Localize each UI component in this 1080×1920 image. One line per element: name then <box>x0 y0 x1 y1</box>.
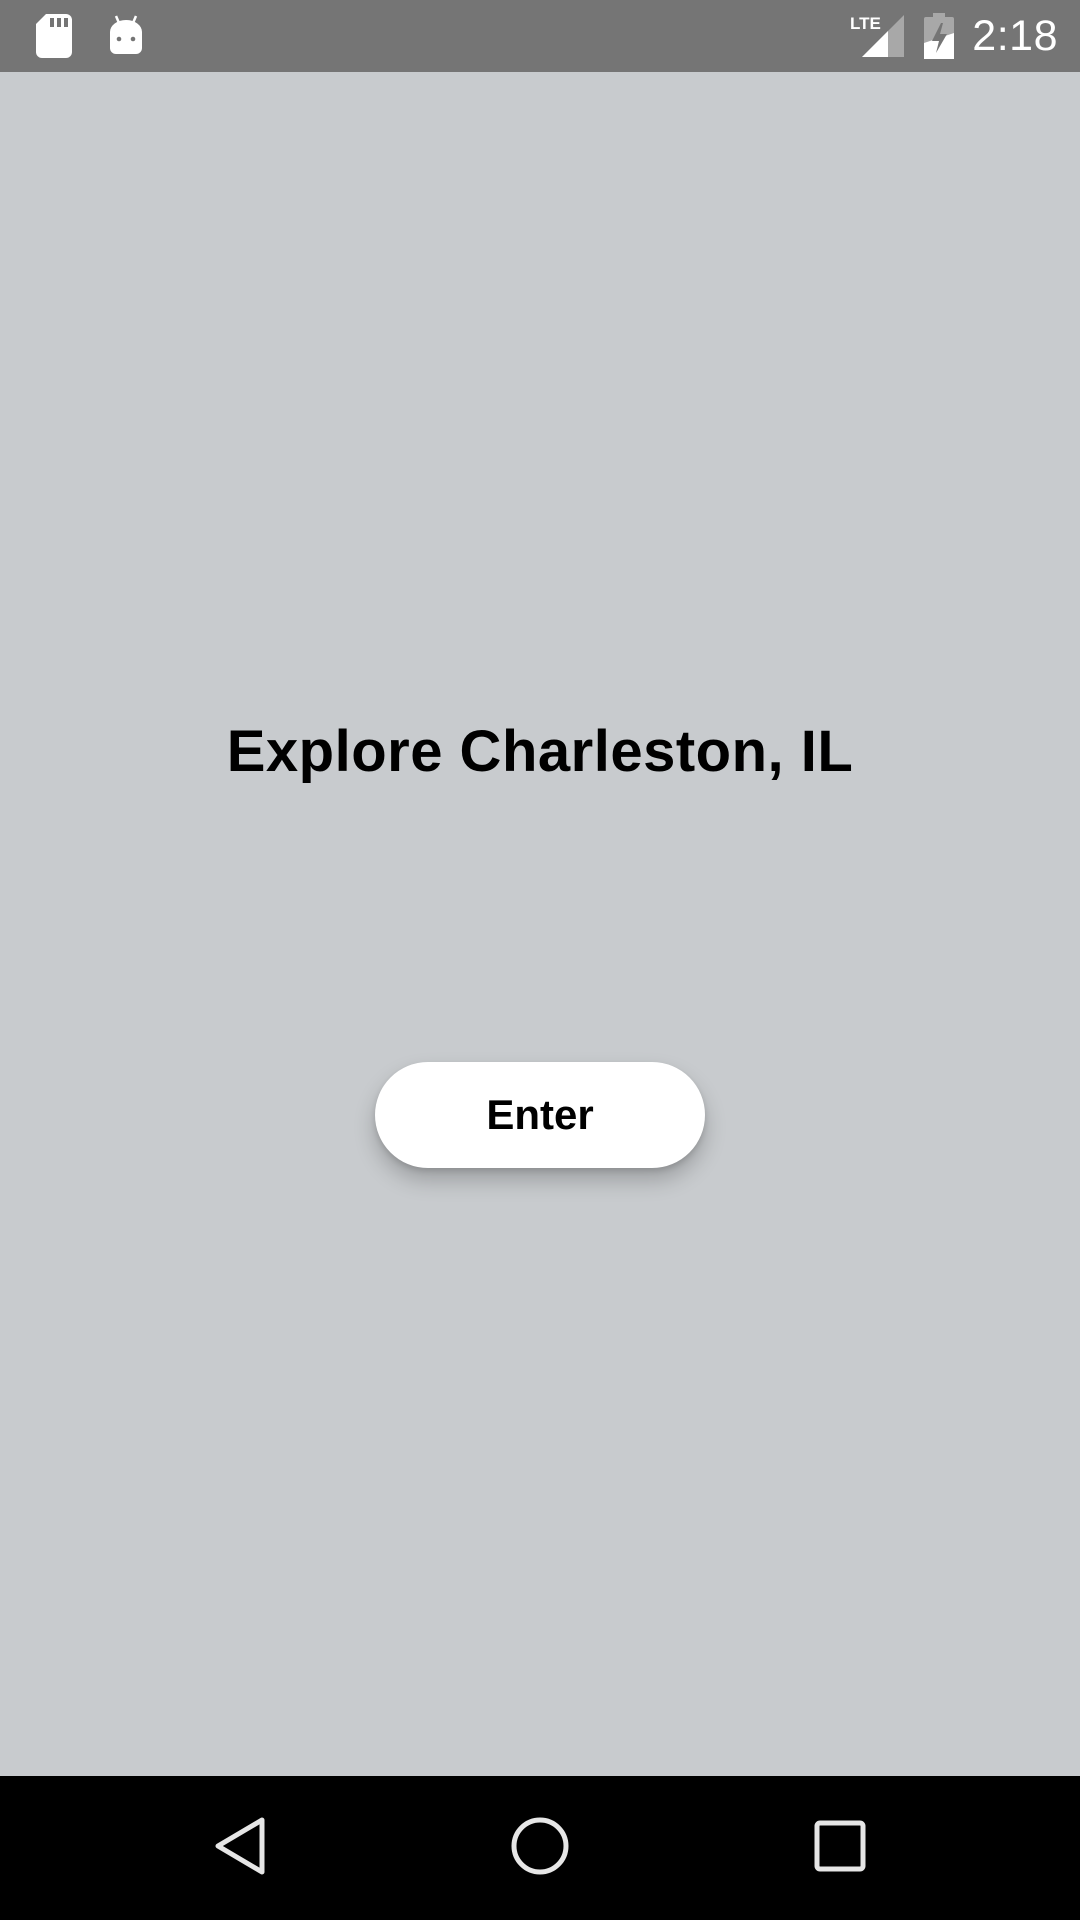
lte-label: LTE <box>850 14 881 33</box>
battery-charging-icon <box>924 13 955 59</box>
main-content: Explore Charleston, IL Enter <box>0 72 1080 1776</box>
screen: LTE 2:18 Explore Charleston, IL Enter <box>0 0 1080 1920</box>
home-button[interactable] <box>504 1812 576 1884</box>
android-icon <box>108 14 144 58</box>
status-bar: LTE 2:18 <box>0 0 1080 72</box>
navigation-bar <box>0 1776 1080 1920</box>
home-icon <box>510 1816 570 1881</box>
back-icon <box>212 1816 268 1881</box>
recents-button[interactable] <box>804 1812 876 1884</box>
status-right-icons: LTE 2:18 <box>850 8 1058 64</box>
recents-icon <box>814 1820 866 1877</box>
status-clock: 2:18 <box>972 11 1058 60</box>
lte-signal-icon: LTE <box>850 13 906 59</box>
sd-card-icon <box>36 14 72 58</box>
page-title: Explore Charleston, IL <box>226 719 854 784</box>
enter-button[interactable]: Enter <box>375 1062 705 1168</box>
back-button[interactable] <box>204 1812 276 1884</box>
status-left-icons <box>36 14 144 58</box>
